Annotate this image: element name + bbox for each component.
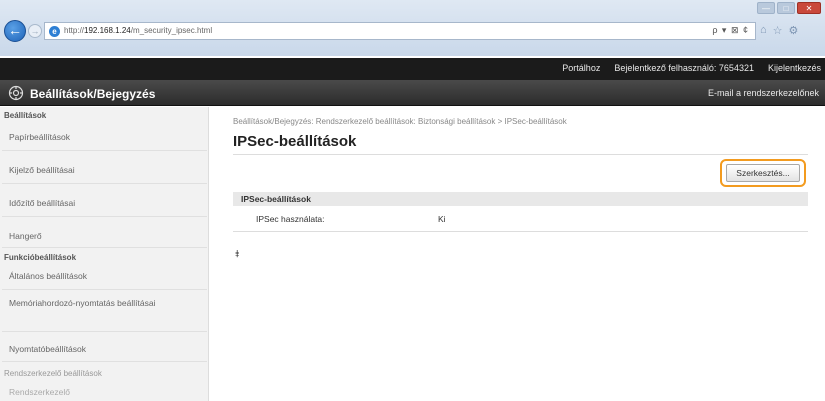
logged-in-user-id: 7654321 xyxy=(718,63,754,73)
sidebar-item-general-settings[interactable]: Általános beállítások xyxy=(9,270,201,283)
sidebar-divider xyxy=(2,361,207,362)
breadcrumb: Beállítások/Bejegyzés: Rendszerkezelő be… xyxy=(233,117,567,126)
favorites-star-icon[interactable]: ☆ xyxy=(773,24,783,37)
url-text: http://192.168.1.24/m_security_ipsec.htm… xyxy=(64,26,212,35)
sidebar-divider xyxy=(2,289,207,290)
title-bar: Beállítások/Bejegyzés E-mail a rendszerk… xyxy=(0,80,825,106)
minimize-button[interactable]: — xyxy=(757,2,775,14)
sidebar-divider xyxy=(2,331,207,332)
back-to-top-icon[interactable]: ⯒ xyxy=(235,247,239,264)
logged-in-user: Bejelentkező felhasználó: 7654321 xyxy=(614,63,754,73)
url-host: 192.168.1.24 xyxy=(84,26,131,35)
browser-chrome: — □ ✕ ← → e http://192.168.1.24/m_securi… xyxy=(0,0,825,56)
sidebar: Beállítások Papírbeállítások Kijelző beá… xyxy=(0,107,209,401)
close-button[interactable]: ✕ xyxy=(797,2,821,14)
back-button[interactable]: ← xyxy=(4,20,26,42)
settings-registration-icon xyxy=(8,85,24,101)
url-prefix: http:// xyxy=(64,26,85,35)
navigation-row: ← → e http://192.168.1.24/m_security_ips… xyxy=(0,20,825,44)
sidebar-heading-admin-settings: Rendszerkezelő beállítások xyxy=(4,369,102,378)
url-path: /m_security_ipsec.html xyxy=(130,26,213,35)
sidebar-item-printer-settings[interactable]: Nyomtatóbeállítások xyxy=(9,343,201,356)
ie-icon: e xyxy=(49,26,60,37)
sidebar-divider xyxy=(2,247,207,248)
sidebar-heading-function-settings: Funkcióbeállítások xyxy=(4,253,77,262)
gear-icon[interactable]: ⚙ xyxy=(789,24,799,37)
section-heading: IPSec-beállítások xyxy=(233,192,808,206)
logout-link[interactable]: Kijelentkezés xyxy=(768,63,821,73)
page-header-title: Beállítások/Bejegyzés xyxy=(30,87,156,101)
sidebar-item-media-print-settings[interactable]: Memóriahordozó-nyomtatás beállításai xyxy=(9,297,201,310)
address-bar[interactable]: e http://192.168.1.24/m_security_ipsec.h… xyxy=(44,22,756,40)
row-divider xyxy=(233,231,808,232)
sidebar-item-volume[interactable]: Hangerő xyxy=(9,230,201,243)
sidebar-item-display-settings[interactable]: Kijelző beállításai xyxy=(9,164,201,177)
browser-icons: ⌂ ☆ ⚙ xyxy=(760,24,798,37)
sidebar-item-paper-settings[interactable]: Papírbeállítások xyxy=(9,131,201,144)
sidebar-item-timer-settings[interactable]: Időzítő beállításai xyxy=(9,197,201,210)
page-title: IPSec-beállítások xyxy=(233,133,357,150)
edit-button[interactable]: Szerkesztés... xyxy=(726,164,800,182)
home-icon[interactable]: ⌂ xyxy=(760,24,767,37)
portal-link[interactable]: Portálhoz xyxy=(562,63,600,73)
back-arrow-icon: ← xyxy=(8,22,22,38)
sidebar-divider xyxy=(2,183,207,184)
sidebar-divider xyxy=(2,150,207,151)
top-bar: Portálhoz Bejelentkező felhasználó: 7654… xyxy=(0,58,825,80)
sidebar-item-admin[interactable]: Rendszerkezelő xyxy=(9,386,201,399)
top-bar-items: Portálhoz Bejelentkező felhasználó: 7654… xyxy=(562,63,821,73)
email-admin-link[interactable]: E-mail a rendszerkezelőnek xyxy=(708,88,819,98)
ipsec-usage-value: Ki xyxy=(438,214,446,224)
window-controls: — □ ✕ xyxy=(757,2,821,14)
logged-in-label: Bejelentkező felhasználó: xyxy=(614,63,717,73)
sidebar-heading-settings: Beállítások xyxy=(4,111,47,120)
sidebar-divider xyxy=(2,216,207,217)
ipsec-usage-label: IPSec használata: xyxy=(256,214,325,224)
title-divider xyxy=(233,154,808,155)
forward-arrow-icon: → xyxy=(30,26,40,36)
address-tools[interactable]: ρ ▾ ⊠ ¢ xyxy=(712,25,749,36)
forward-button[interactable]: → xyxy=(28,24,42,38)
maximize-button[interactable]: □ xyxy=(777,2,795,14)
